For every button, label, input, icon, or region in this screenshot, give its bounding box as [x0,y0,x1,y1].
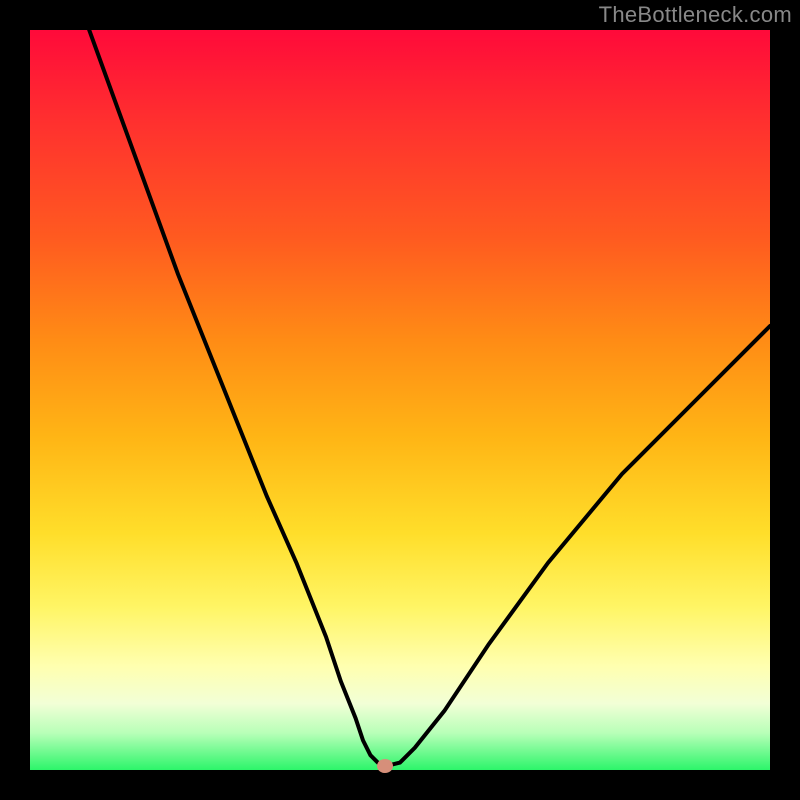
min-marker [377,759,393,773]
bottleneck-curve-path [89,30,770,766]
chart-frame: TheBottleneck.com [0,0,800,800]
watermark-text: TheBottleneck.com [599,2,792,28]
plot-area [30,30,770,770]
curve-svg [30,30,770,770]
